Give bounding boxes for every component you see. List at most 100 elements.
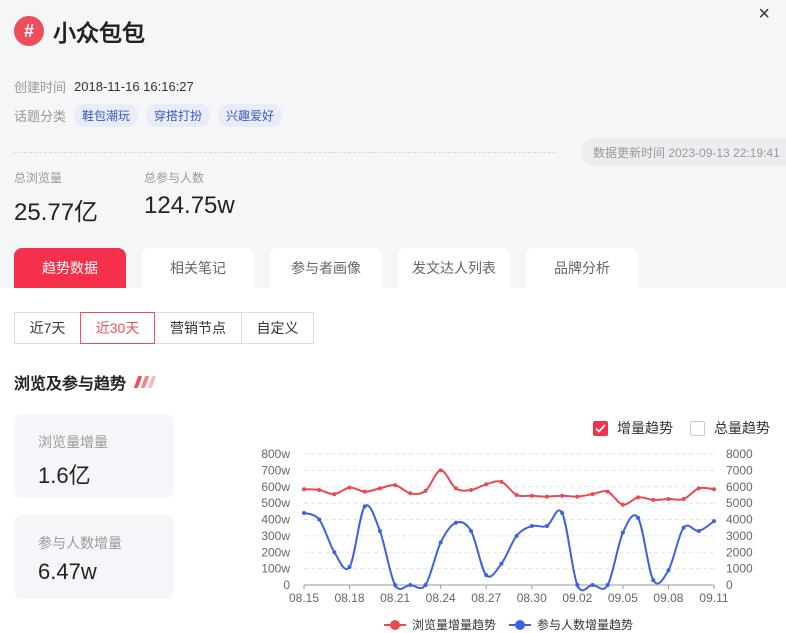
participants-increment-label: 参与人数增量 (38, 535, 122, 551)
participants-series-point (620, 530, 625, 535)
y-right-tick-label: 6000 (726, 480, 753, 494)
tab-participant-profile[interactable]: 参与者画像 (270, 248, 382, 288)
title-row: # 小众包包 (14, 14, 145, 48)
y-right-tick-label: 8000 (726, 447, 753, 461)
views-series-point (377, 486, 382, 491)
participants-series-point (332, 550, 337, 555)
y-left-tick-label: 200w (261, 545, 290, 559)
x-tick-label: 08.27 (471, 591, 501, 605)
total-participants-label: 总参与人数 (144, 171, 205, 185)
y-left-tick-label: 700w (261, 463, 290, 477)
participants-series-point (681, 525, 686, 530)
created-value: 2018-11-16 16:16:27 (74, 79, 194, 94)
participants-series-point (529, 524, 534, 529)
category-tag[interactable]: 鞋包潮玩 (74, 104, 139, 127)
participants-series-line (303, 504, 715, 592)
participants-increment-card: 参与人数增量 6.47w (14, 515, 174, 599)
y-left-tick-label: 0 (283, 578, 290, 592)
total-participants-value: 124.75w (144, 192, 235, 219)
y-left-tick-label: 500w (261, 496, 290, 510)
category-tag[interactable]: 穿搭打扮 (146, 104, 211, 127)
views-increment-value: 1.6亿 (38, 463, 91, 488)
date-range-selector: 近7天 近30天 营销节点 自定义 (14, 312, 314, 344)
participants-series-point (712, 519, 716, 524)
tab-brand-analysis[interactable]: 品牌分析 (526, 248, 638, 288)
participants-series-point (347, 564, 352, 569)
range-30-days-button[interactable]: 近30天 (80, 312, 155, 344)
created-label: 创建时间 (14, 80, 67, 95)
legend-views: 浏览量增量趋势 (384, 616, 496, 633)
checkbox-checked-icon[interactable] (593, 420, 608, 436)
participants-series-point (362, 504, 367, 509)
y-left-tick-label: 400w (261, 513, 290, 527)
participants-series-point (453, 520, 458, 525)
participants-series-point (408, 583, 413, 587)
participants-series-point (575, 583, 580, 587)
views-series-point (408, 491, 413, 496)
legend-participants-label: 参与人数增量趋势 (537, 618, 634, 632)
tab-creator-list[interactable]: 发文达人列表 (398, 248, 510, 288)
views-series-point (469, 488, 474, 493)
views-series-point (575, 494, 580, 499)
total-views-value: 25.77亿 (14, 199, 99, 226)
participants-series-point (544, 524, 549, 529)
trend-line-chart: 0 0 100w 1000 200w 2000 300w 3000 400w 4000 500w 50… (261, 447, 753, 605)
y-right-tick-label: 3000 (726, 529, 753, 543)
stripes-decoration-icon (133, 376, 157, 388)
x-tick-label: 08.18 (335, 591, 365, 605)
legend-views-marker-icon (384, 619, 406, 630)
section-title: 浏览及参与趋势 (14, 370, 157, 394)
participants-increment-value: 6.47w (38, 559, 97, 584)
x-tick-label: 09.05 (608, 591, 638, 605)
checkbox-icon[interactable] (690, 420, 705, 436)
views-series-point (317, 488, 322, 493)
participants-series-point (590, 583, 595, 587)
divider (14, 152, 556, 153)
increment-trend-label: 增量趋势 (617, 420, 673, 436)
participants-series-point (499, 561, 504, 566)
participants-series-point (696, 528, 701, 533)
category-tag[interactable]: 兴趣爱好 (218, 104, 283, 127)
y-right-tick-label: 7000 (726, 463, 753, 477)
x-tick-label: 08.15 (289, 591, 319, 605)
close-icon[interactable]: × (758, 4, 770, 24)
views-series-point (544, 494, 549, 499)
increment-trend-toggle[interactable]: 增量趋势 (593, 418, 673, 438)
views-series-point (438, 468, 443, 473)
x-tick-label: 09.11 (699, 591, 728, 605)
views-series-point (484, 482, 489, 487)
participants-series-point (393, 583, 398, 587)
views-series-point (681, 497, 686, 502)
views-series-point (712, 487, 716, 492)
section-title-text: 浏览及参与趋势 (14, 376, 127, 393)
views-series-point (393, 483, 398, 488)
tab-trend-data[interactable]: 趋势数据 (14, 248, 126, 288)
custom-range-button[interactable]: 自定义 (241, 312, 314, 344)
views-series-point (332, 492, 337, 497)
views-series-point (423, 488, 428, 493)
total-trend-label: 总量趋势 (714, 420, 770, 436)
range-7-days-button[interactable]: 近7天 (14, 312, 81, 344)
views-series-point (529, 493, 534, 498)
views-series-point (499, 479, 504, 484)
participants-series-point (438, 540, 443, 545)
participants-series-point (317, 517, 322, 522)
views-series-point (651, 497, 656, 502)
topic-title: 小众包包 (53, 20, 145, 46)
total-trend-toggle[interactable]: 总量趋势 (690, 418, 770, 438)
y-right-tick-label: 0 (726, 578, 733, 592)
participants-series-point (666, 568, 671, 573)
participants-series-point (377, 528, 382, 533)
views-series-point (347, 485, 352, 490)
x-tick-label: 09.02 (562, 591, 592, 605)
participants-series-point (423, 583, 428, 587)
participants-series-point (302, 510, 306, 515)
views-series-point (453, 486, 458, 491)
views-series-point (605, 489, 610, 494)
views-series-point (696, 486, 701, 491)
trend-panel: 近7天 近30天 营销节点 自定义 浏览及参与趋势 浏览量增量 1.6亿 参与人… (0, 288, 786, 633)
created-row: 创建时间 2018-11-16 16:16:27 (14, 77, 194, 96)
tab-related-notes[interactable]: 相关笔记 (142, 248, 254, 288)
marketing-nodes-button[interactable]: 营销节点 (154, 312, 242, 344)
y-right-tick-label: 1000 (726, 562, 753, 576)
